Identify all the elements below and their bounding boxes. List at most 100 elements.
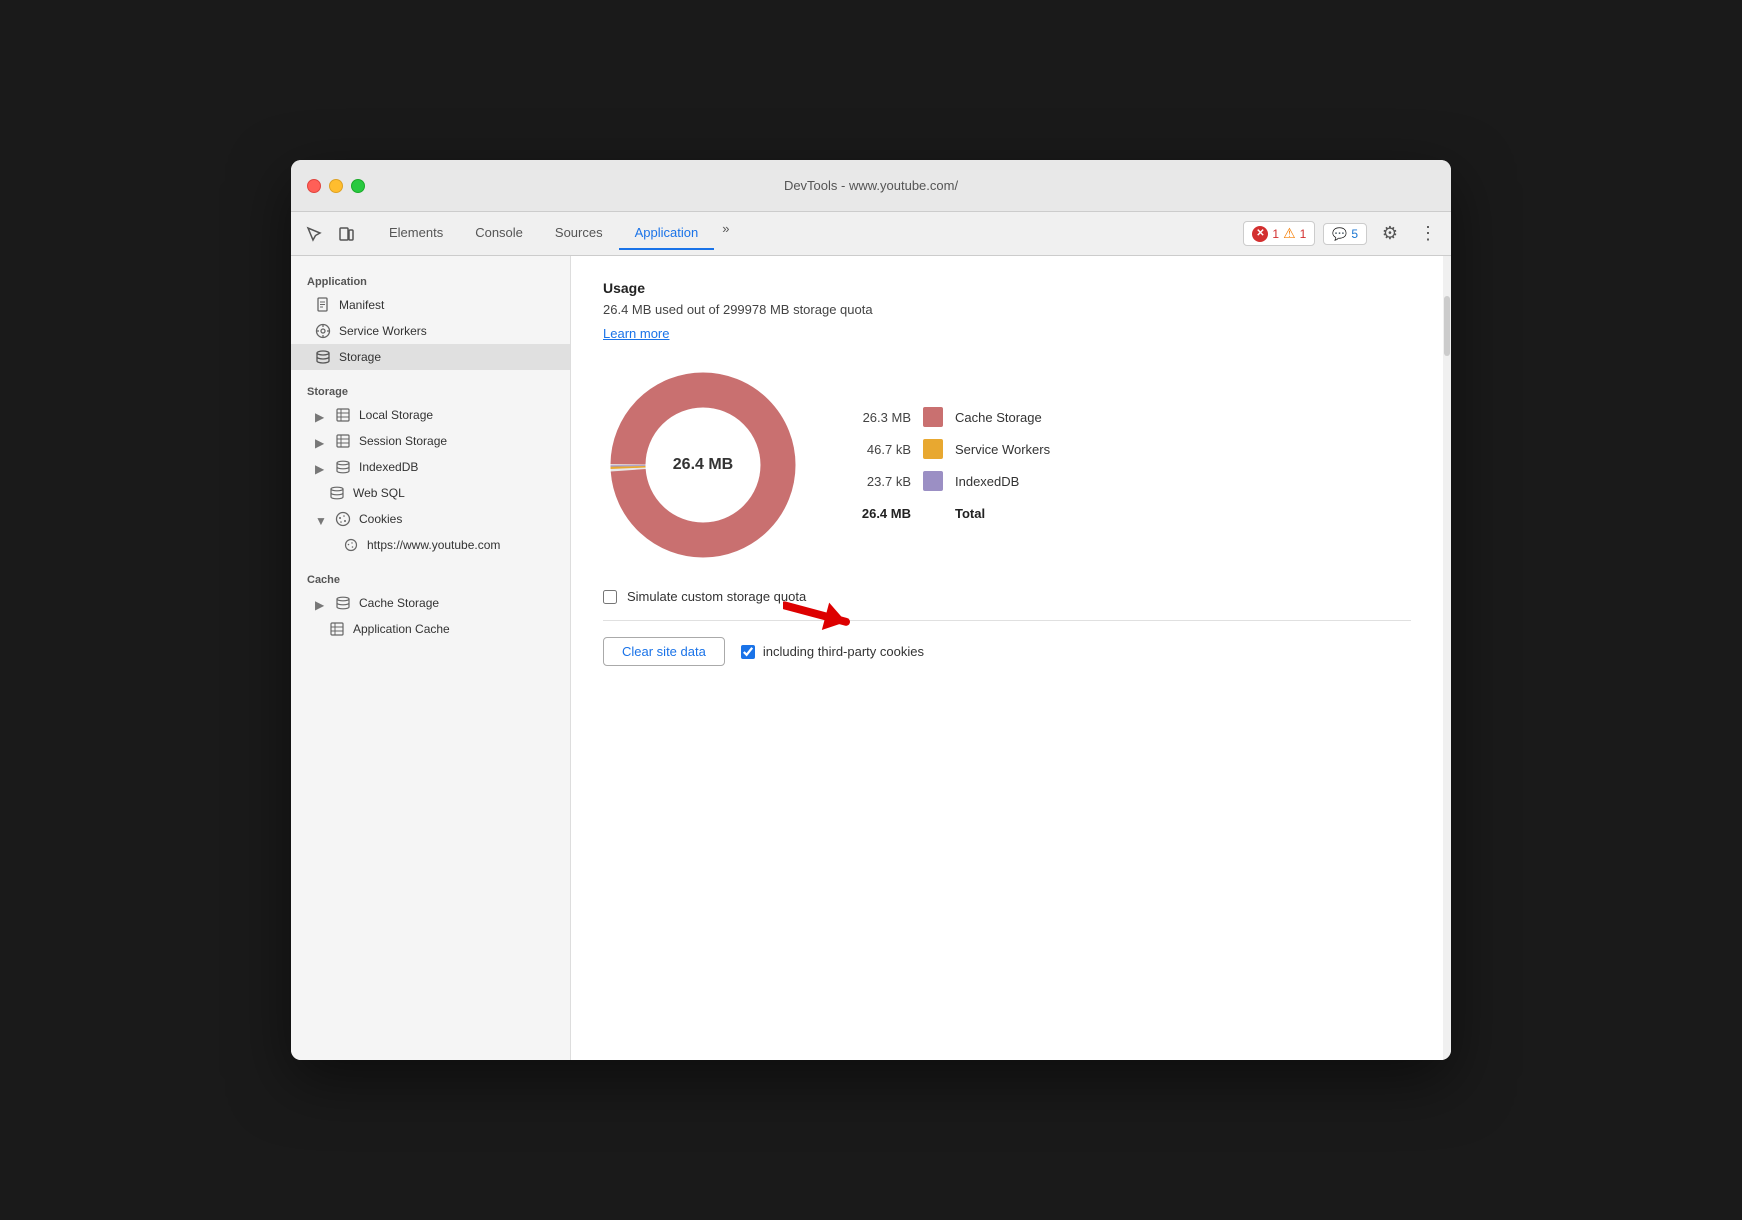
- legend-sw-color: [923, 439, 943, 459]
- sidebar: Application Manifest: [291, 256, 571, 1060]
- error-badge[interactable]: ✕ 1 ⚠ 1: [1243, 221, 1315, 246]
- sidebar-storage-section-label: Storage: [291, 378, 570, 402]
- sidebar-item-web-sql[interactable]: Web SQL: [291, 480, 570, 506]
- local-storage-icon: [335, 407, 351, 423]
- expand-indexeddb-icon: ▶: [315, 462, 325, 472]
- more-options-icon[interactable]: ⋮: [1413, 219, 1443, 249]
- tab-application[interactable]: Application: [619, 217, 715, 250]
- device-icon[interactable]: [331, 219, 361, 249]
- message-badge[interactable]: 💬 5: [1323, 223, 1367, 245]
- error-icon: ✕: [1252, 226, 1268, 242]
- message-count: 5: [1351, 227, 1358, 241]
- settings-icon[interactable]: ⚙: [1375, 219, 1405, 249]
- maximize-button[interactable]: [351, 179, 365, 193]
- sidebar-app-section-label: Application: [291, 268, 570, 292]
- app-cache-icon: [329, 621, 345, 637]
- sidebar-item-youtube-cookies[interactable]: https://www.youtube.com: [291, 532, 570, 558]
- sidebar-item-storage[interactable]: Storage: [291, 344, 570, 370]
- sidebar-item-app-cache[interactable]: Application Cache: [291, 616, 570, 642]
- close-button[interactable]: [307, 179, 321, 193]
- tab-elements[interactable]: Elements: [373, 217, 459, 250]
- content-scrollbar[interactable]: [1443, 256, 1451, 1060]
- tab-console[interactable]: Console: [459, 217, 539, 250]
- web-sql-label: Web SQL: [353, 486, 405, 500]
- content-panel: Usage 26.4 MB used out of 299978 MB stor…: [571, 256, 1443, 1060]
- simulate-quota-checkbox[interactable]: [603, 590, 617, 604]
- service-workers-label: Service Workers: [339, 324, 427, 338]
- local-storage-label: Local Storage: [359, 408, 433, 422]
- minimize-button[interactable]: [329, 179, 343, 193]
- sidebar-item-session-storage[interactable]: ▶ Session Storage: [291, 428, 570, 454]
- legend-indexeddb: 23.7 kB IndexedDB: [851, 471, 1050, 491]
- sidebar-item-manifest[interactable]: Manifest: [291, 292, 570, 318]
- simulate-quota-row: Simulate custom storage quota: [603, 589, 1411, 604]
- legend-idb-value: 23.7 kB: [851, 474, 911, 489]
- title-bar: DevTools - www.youtube.com/: [291, 160, 1451, 212]
- legend-cache-storage: 26.3 MB Cache Storage: [851, 407, 1050, 427]
- red-arrow-indicator: [783, 577, 863, 647]
- legend-cache-storage-value: 26.3 MB: [851, 410, 911, 425]
- youtube-cookies-icon: [343, 537, 359, 553]
- tab-sources[interactable]: Sources: [539, 217, 619, 250]
- chart-area: 26.4 MB 26.3 MB Cache Storage 46.7 kB Se…: [603, 365, 1411, 565]
- storage-icon: [315, 349, 331, 365]
- scrollbar-thumb[interactable]: [1444, 296, 1450, 356]
- legend-idb-label: IndexedDB: [955, 474, 1019, 489]
- learn-more-link[interactable]: Learn more: [603, 326, 669, 341]
- warning-count: 1: [1300, 227, 1307, 241]
- legend-service-workers: 46.7 kB Service Workers: [851, 439, 1050, 459]
- sidebar-item-cache-storage[interactable]: ▶ Cache Storage: [291, 590, 570, 616]
- sidebar-item-cookies[interactable]: ▼ Cookies: [291, 506, 570, 532]
- storage-label: Storage: [339, 350, 381, 364]
- indexeddb-icon: [335, 459, 351, 475]
- sidebar-item-indexeddb[interactable]: ▶ IndexedDB: [291, 454, 570, 480]
- legend-cache-storage-label: Cache Storage: [955, 410, 1042, 425]
- window-title: DevTools - www.youtube.com/: [784, 178, 958, 193]
- toolbar-icon-group: [299, 219, 361, 249]
- expand-session-storage-icon: ▶: [315, 436, 325, 446]
- clear-site-data-button[interactable]: Clear site data: [603, 637, 725, 666]
- legend-total: 26.4 MB Total: [851, 503, 1050, 523]
- expand-cache-storage-icon: ▶: [315, 598, 325, 608]
- simulate-quota-label: Simulate custom storage quota: [627, 589, 806, 604]
- cookies-icon: [335, 511, 351, 527]
- cache-storage-icon: [335, 595, 351, 611]
- error-count: 1: [1272, 227, 1279, 241]
- traffic-lights: [307, 179, 365, 193]
- legend-total-spacer: [923, 503, 943, 523]
- toolbar-tabs: Elements Console Sources Application »: [373, 217, 1239, 250]
- usage-title: Usage: [603, 280, 1411, 296]
- session-storage-label: Session Storage: [359, 434, 447, 448]
- legend-cache-storage-color: [923, 407, 943, 427]
- more-tabs-button[interactable]: »: [714, 217, 737, 250]
- cookies-label: Cookies: [359, 512, 402, 526]
- donut-center-label: 26.4 MB: [673, 456, 733, 474]
- devtools-window: DevTools - www.youtube.com/ Elements Con…: [291, 160, 1451, 1060]
- sidebar-item-local-storage[interactable]: ▶ Local Storage: [291, 402, 570, 428]
- manifest-label: Manifest: [339, 298, 384, 312]
- third-party-cookies-checkbox[interactable]: [741, 645, 755, 659]
- main-area: Application Manifest: [291, 256, 1451, 1060]
- indexeddb-label: IndexedDB: [359, 460, 418, 474]
- message-icon: 💬: [1332, 227, 1347, 241]
- web-sql-icon: [329, 485, 345, 501]
- legend-total-value: 26.4 MB: [851, 506, 911, 521]
- warning-icon: ⚠: [1283, 225, 1296, 242]
- usage-text: 26.4 MB used out of 299978 MB storage qu…: [603, 302, 1411, 317]
- sidebar-cache-section-label: Cache: [291, 566, 570, 590]
- content-divider: [603, 620, 1411, 621]
- expand-local-storage-icon: ▶: [315, 410, 325, 420]
- legend-sw-value: 46.7 kB: [851, 442, 911, 457]
- youtube-cookies-label: https://www.youtube.com: [367, 538, 500, 552]
- legend-idb-color: [923, 471, 943, 491]
- sidebar-item-service-workers[interactable]: Service Workers: [291, 318, 570, 344]
- clear-section: Clear site data including third-party co…: [603, 637, 1411, 666]
- cache-storage-label: Cache Storage: [359, 596, 439, 610]
- donut-chart: 26.4 MB: [603, 365, 803, 565]
- toolbar-right: ✕ 1 ⚠ 1 💬 5 ⚙ ⋮: [1243, 219, 1443, 249]
- manifest-icon: [315, 297, 331, 313]
- service-workers-icon: [315, 323, 331, 339]
- cursor-icon[interactable]: [299, 219, 329, 249]
- app-cache-label: Application Cache: [353, 622, 450, 636]
- expand-cookies-icon: ▼: [315, 514, 325, 524]
